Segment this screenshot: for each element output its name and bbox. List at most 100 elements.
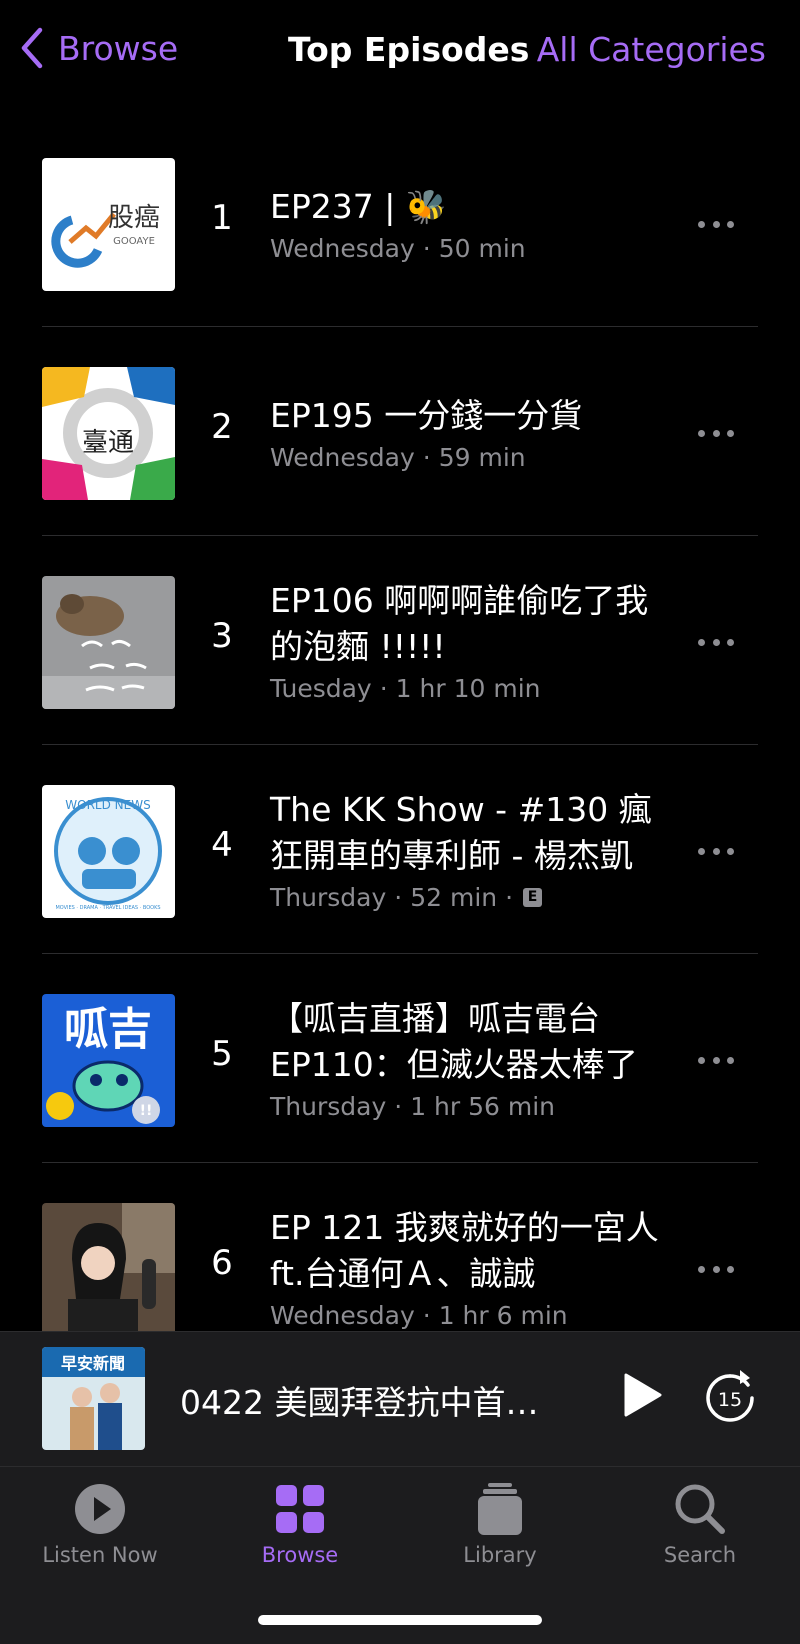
more-options-button[interactable]: [698, 848, 734, 858]
episode-title: EP106 啊啊啊誰偷吃了我的泡麵 !!!!!: [270, 581, 649, 666]
meta-separator: ·: [394, 1092, 403, 1121]
episode-rank: 5: [211, 1034, 233, 1074]
episode-duration: 59 min: [438, 443, 526, 472]
meta-separator: ·: [505, 883, 514, 912]
episode-duration: 50 min: [438, 234, 526, 263]
episode-day: Wednesday: [270, 1301, 415, 1330]
ellipsis-dot: [698, 1057, 705, 1064]
episode-text: EP237 | 🐝 Wednesday · 50 min: [270, 184, 680, 263]
ellipsis-dot: [712, 221, 720, 228]
nav-bar: Browse Top Episodes All Categories: [0, 0, 800, 110]
tab-search[interactable]: Search: [620, 1481, 780, 1567]
now-playing-title: 0422 美國拜登抗中首…: [180, 1383, 539, 1422]
episode-text: EP 121 我爽就好的一宮人 ft.台通何Ａ、誠誠 Wednesday · 1…: [270, 1205, 680, 1330]
episode-artwork: 呱吉 !!: [42, 994, 175, 1127]
ellipsis-dot: [698, 639, 705, 646]
episode-artwork: [42, 1203, 175, 1336]
tab-bar: Listen Now Browse Library Search: [0, 1466, 800, 1644]
ellipsis-dot: [727, 1057, 734, 1064]
search-icon: [675, 1484, 725, 1534]
episode-duration: 1 hr 6 min: [438, 1301, 568, 1330]
episode-day: Wednesday: [270, 234, 415, 263]
episode-meta: Wednesday · 59 min: [270, 443, 680, 472]
episode-rank: 2: [211, 407, 233, 447]
episode-text: 【呱吉直播】呱吉電台EP110：但滅火器太棒了 Thursday · 1 hr …: [270, 996, 680, 1121]
tab-label: Listen Now: [42, 1543, 158, 1567]
back-button-label: Browse: [58, 28, 179, 68]
tab-browse[interactable]: Browse: [220, 1481, 380, 1567]
episode-artwork: 臺通: [42, 367, 175, 500]
ellipsis-dot: [727, 848, 734, 855]
episode-day: Wednesday: [270, 443, 415, 472]
home-indicator[interactable]: [258, 1615, 542, 1625]
podcasts-app: Browse Top Episodes All Categories 股癌 GO…: [0, 0, 800, 1644]
episode-row[interactable]: WORLD NEWS MOVIES · DRAMA · TRAVEL IDEAS…: [0, 745, 800, 954]
episode-artwork: [42, 576, 175, 709]
artwork-title: 臺通: [82, 428, 134, 458]
episode-row[interactable]: 股癌 GOOAYE 1 EP237 | 🐝 Wednesday · 50 min: [0, 118, 800, 327]
ellipsis-dot: [727, 221, 734, 228]
ellipsis-dot: [712, 639, 720, 646]
episode-title: The KK Show - #130 瘋狂開車的專利師 - 楊杰凱: [270, 790, 652, 875]
more-options-button[interactable]: [698, 639, 734, 649]
artwork-title: 呱吉: [64, 1004, 152, 1055]
episode-title: EP195 一分錢一分貨: [270, 396, 583, 435]
more-options-button[interactable]: [698, 221, 734, 231]
page-title: Top Episodes: [288, 30, 530, 69]
meta-separator: ·: [394, 883, 403, 912]
now-playing-artwork: 早安新聞: [42, 1347, 145, 1450]
ellipsis-dot: [698, 1266, 705, 1273]
skip-forward-button[interactable]: 15: [702, 1368, 758, 1424]
episode-duration: 1 hr 56 min: [410, 1092, 556, 1121]
play-button[interactable]: [620, 1370, 664, 1420]
meta-separator: ·: [379, 674, 388, 703]
tab-label: Search: [663, 1543, 737, 1567]
episode-day: Tuesday: [270, 674, 372, 703]
skip-seconds: 15: [718, 1389, 742, 1411]
artwork-subtitle: !!: [140, 1103, 153, 1119]
artwork-title: 股癌: [108, 203, 160, 233]
episode-meta: Tuesday · 1 hr 10 min: [270, 674, 680, 703]
ellipsis-dot: [712, 1057, 720, 1064]
play-circle-icon: [75, 1484, 125, 1534]
episode-text: EP195 一分錢一分貨 Wednesday · 59 min: [270, 393, 680, 472]
meta-separator: ·: [422, 443, 431, 472]
meta-separator: ·: [422, 234, 431, 263]
ellipsis-dot: [727, 1266, 734, 1273]
tab-library[interactable]: Library: [420, 1481, 580, 1567]
episode-text: The KK Show - #130 瘋狂開車的專利師 - 楊杰凱 Thursd…: [270, 787, 680, 912]
episode-duration: 52 min: [410, 883, 498, 912]
episode-text: EP106 啊啊啊誰偷吃了我的泡麵 !!!!! Tuesday · 1 hr 1…: [270, 578, 680, 703]
episode-day: Thursday: [270, 883, 387, 912]
episode-meta: Thursday · 52 min · E: [270, 883, 680, 912]
episode-list: 股癌 GOOAYE 1 EP237 | 🐝 Wednesday · 50 min: [0, 118, 800, 1372]
tab-listen-now[interactable]: Listen Now: [20, 1481, 180, 1567]
episode-artwork: WORLD NEWS MOVIES · DRAMA · TRAVEL IDEAS…: [42, 785, 175, 918]
episode-row[interactable]: 呱吉 !! 5 【呱吉直播】呱吉電台EP110：但滅火器太棒了 Thursday…: [0, 954, 800, 1163]
back-button[interactable]: Browse: [18, 26, 178, 70]
tab-label: Browse: [261, 1543, 339, 1567]
ellipsis-dot: [698, 221, 705, 228]
artwork-subtitle: GOOAYE: [113, 236, 155, 247]
ellipsis-dot: [727, 430, 734, 437]
more-options-button[interactable]: [698, 1266, 734, 1276]
artwork-title: WORLD NEWS: [65, 798, 150, 812]
episode-row[interactable]: 臺通 2 EP195 一分錢一分貨 Wednesday · 59 min: [0, 327, 800, 536]
episode-row[interactable]: 3 EP106 啊啊啊誰偷吃了我的泡麵 !!!!! Tuesday · 1 hr…: [0, 536, 800, 745]
episode-rank: 1: [211, 198, 233, 238]
artwork-subtitle: MOVIES · DRAMA · TRAVEL IDEAS · BOOKS: [55, 905, 160, 911]
episode-day: Thursday: [270, 1092, 387, 1121]
tab-label: Library: [463, 1543, 537, 1567]
explicit-badge: E: [523, 888, 543, 907]
ellipsis-dot: [698, 430, 705, 437]
more-options-button[interactable]: [698, 430, 734, 440]
library-stack-icon: [478, 1483, 522, 1535]
ellipsis-dot: [712, 430, 720, 437]
episode-title: 【呱吉直播】呱吉電台EP110：但滅火器太棒了: [270, 999, 638, 1084]
episode-duration: 1 hr 10 min: [395, 674, 541, 703]
all-categories-button[interactable]: All Categories: [537, 30, 766, 69]
more-options-button[interactable]: [698, 1057, 734, 1067]
grid-icon: [276, 1485, 324, 1533]
ellipsis-dot: [727, 639, 734, 646]
mini-player[interactable]: 早安新聞 0422 美國拜登抗中首… 15: [0, 1331, 800, 1467]
